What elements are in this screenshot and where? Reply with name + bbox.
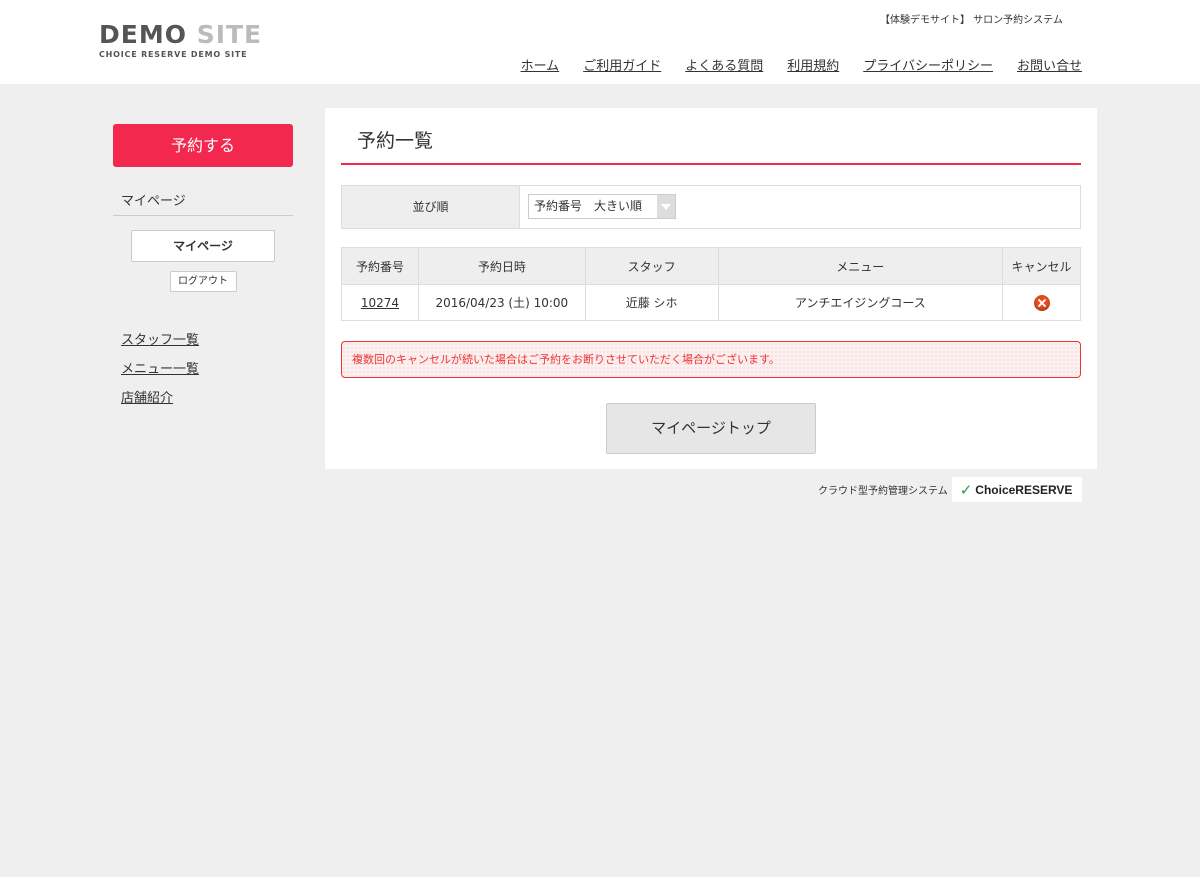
header-tagline: 【体験デモサイト】 サロン予約システム — [880, 15, 1063, 26]
sort-label: 並び順 — [342, 186, 520, 228]
nav-faq[interactable]: よくある質問 — [685, 55, 763, 74]
site-header: DEMO SITE CHOICE RESERVE DEMO SITE 【体験デモ… — [0, 0, 1200, 84]
column-header-menu: メニュー — [717, 247, 1004, 285]
mypage-top-button[interactable]: マイページトップ — [606, 403, 816, 454]
chevron-down-icon[interactable] — [657, 195, 675, 218]
site-logo[interactable]: DEMO SITE CHOICE RESERVE DEMO SITE — [99, 22, 262, 60]
sidebar-link-shop[interactable]: 店舗紹介 — [121, 387, 293, 416]
reservation-cancel-cell — [1002, 284, 1081, 321]
sidebar: 予約する マイページ マイページ ログアウト スタッフ一覧 メニュー一覧 店舗紹… — [113, 124, 293, 416]
reservation-datetime: 2016/04/23 (土) 10:00 — [417, 284, 586, 321]
sidebar-link-menu[interactable]: メニュー一覧 — [121, 358, 293, 387]
footer-credit: クラウド型予約管理システム ✓ ChoiceRESERVE — [818, 477, 1082, 502]
reservation-id-link[interactable]: 10274 — [361, 296, 399, 310]
nav-terms[interactable]: 利用規約 — [787, 55, 839, 74]
column-header-staff: スタッフ — [584, 247, 719, 285]
logout-button[interactable]: ログアウト — [169, 271, 237, 292]
brand-name: ChoiceRESERVE — [975, 482, 1073, 497]
cancel-warning: 複数回のキャンセルが続いた場合はご予約をお断りさせていただく場合がございます。 — [341, 341, 1081, 378]
sidebar-link-staff[interactable]: スタッフ一覧 — [121, 329, 293, 358]
mypage-button[interactable]: マイページ — [131, 230, 275, 262]
reservation-table: 予約番号 予約日時 スタッフ メニュー キャンセル 10274 2016/04/… — [341, 247, 1081, 321]
column-header-datetime: 予約日時 — [417, 247, 586, 285]
check-icon: ✓ — [959, 480, 973, 499]
logo-subtitle: CHOICE RESERVE DEMO SITE — [99, 50, 248, 59]
logo-demo-text: DEMO — [99, 20, 187, 49]
table-row: 10274 2016/04/23 (土) 10:00 近藤 シホ アンチエイジン… — [341, 284, 1081, 321]
global-nav: ホーム ご利用ガイド よくある質問 利用規約 プライバシーポリシー お問い合せ — [497, 55, 1082, 74]
cancel-icon[interactable] — [1033, 294, 1050, 311]
reservation-menu: アンチエイジングコース — [717, 284, 1004, 321]
nav-contact[interactable]: お問い合せ — [1017, 55, 1082, 74]
logo-site-text: SITE — [196, 20, 263, 49]
column-header-id: 予約番号 — [341, 247, 419, 285]
nav-privacy[interactable]: プライバシーポリシー — [863, 55, 993, 74]
sort-value-cell: 予約番号 大きい順 — [520, 186, 676, 228]
reservation-id-cell: 10274 — [341, 284, 419, 321]
main-panel: 予約一覧 並び順 予約番号 大きい順 予約番号 予約日時 スタッフ メニュー キ… — [325, 108, 1097, 469]
nav-home[interactable]: ホーム — [521, 55, 560, 74]
page-title: 予約一覧 — [341, 128, 1081, 165]
sort-select-value: 予約番号 大きい順 — [534, 199, 643, 213]
choicereserve-logo[interactable]: ✓ ChoiceRESERVE — [951, 477, 1082, 502]
table-header-row: 予約番号 予約日時 スタッフ メニュー キャンセル — [341, 247, 1081, 285]
sidebar-links: スタッフ一覧 メニュー一覧 店舗紹介 — [113, 329, 293, 416]
nav-guide[interactable]: ご利用ガイド — [583, 55, 661, 74]
logo-title: DEMO SITE — [99, 22, 262, 48]
sort-box: 並び順 予約番号 大きい順 — [341, 185, 1081, 229]
mypage-heading: マイページ — [113, 190, 293, 216]
reservation-staff: 近藤 シホ — [584, 284, 719, 321]
sort-select[interactable]: 予約番号 大きい順 — [528, 194, 676, 219]
footer-text: クラウド型予約管理システム — [818, 486, 948, 497]
reserve-button[interactable]: 予約する — [113, 124, 293, 167]
column-header-cancel: キャンセル — [1002, 247, 1081, 285]
